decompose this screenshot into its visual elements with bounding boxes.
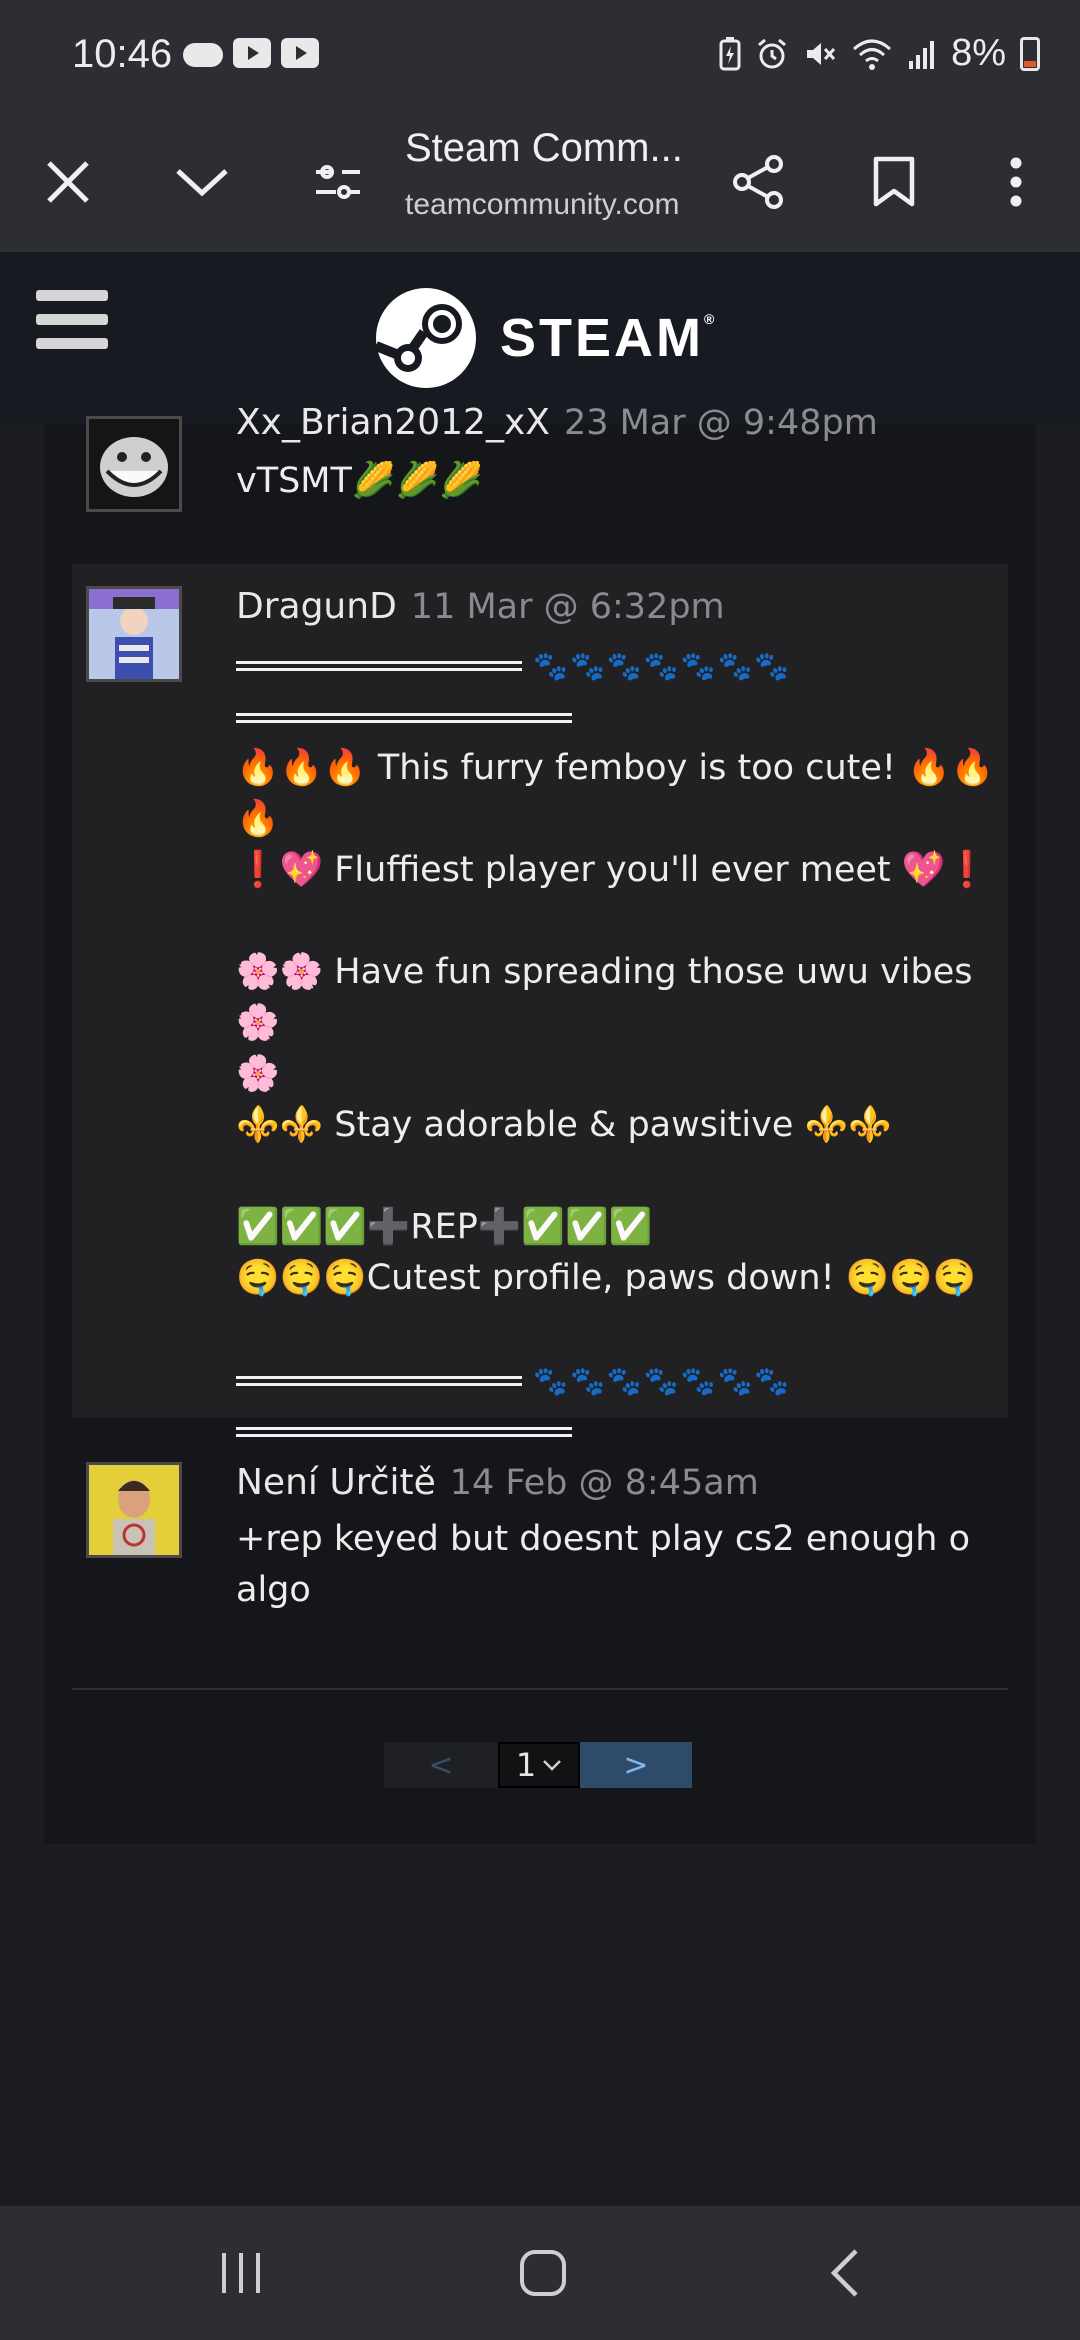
signal-icon — [909, 40, 935, 69]
recents-icon — [222, 2253, 260, 2293]
more-vert-icon — [1010, 157, 1022, 207]
comment-header: Není Určitě 14 Feb @ 8:45am — [236, 1462, 759, 1503]
avatar[interactable] — [86, 416, 182, 512]
steam-logo-text: STEAM — [500, 308, 704, 368]
battery-saver-icon — [719, 36, 741, 70]
close-tab-button[interactable] — [28, 142, 108, 222]
steam-logo[interactable]: STEAM® — [376, 288, 717, 388]
page-url[interactable]: teamcommunity.com — [405, 188, 680, 222]
minimize-tab-button[interactable] — [162, 142, 242, 222]
comment-line: ⚜️⚜️ Stay adorable & pawsitive ⚜️⚜️ — [236, 1104, 892, 1145]
comment-text: vTSMT🌽🌽🌽 — [236, 461, 483, 501]
avatar[interactable] — [86, 1462, 182, 1558]
anime-avatar — [89, 589, 179, 679]
double-rule — [236, 1427, 572, 1437]
page-title[interactable]: Steam Comm... — [405, 126, 683, 171]
back-button[interactable] — [800, 2242, 890, 2304]
comment-body: 🐾🐾🐾🐾🐾🐾🐾 🔥🔥🔥 This furry femboy is too cut… — [236, 640, 1006, 1457]
comment-time: 11 Mar @ 6:32pm — [410, 587, 725, 627]
page-select[interactable]: 1 — [498, 1742, 580, 1788]
comment-text: +rep keyed but doesnt play cs2 enough o … — [236, 1519, 970, 1610]
comment-line: ❗💖 Fluffiest player you'll ever meet 💖❗ — [236, 849, 989, 890]
close-icon — [47, 161, 89, 203]
tune-icon — [316, 165, 360, 199]
comment-item: Není Určitě 14 Feb @ 8:45am +rep keyed bu… — [72, 1440, 1008, 1640]
person-avatar — [89, 1465, 179, 1555]
double-rule — [236, 1375, 522, 1386]
battery-icon — [1020, 36, 1040, 71]
system-icons: 8% — [719, 32, 1040, 75]
comment-line: 🌸🌸 Have fun spreading those uwu vibes 🌸 — [236, 951, 973, 1043]
recents-button[interactable] — [196, 2242, 286, 2304]
chevron-down-icon — [176, 169, 228, 197]
status-bar: 10:46 8% — [0, 0, 1080, 112]
youtube-icon — [233, 38, 271, 68]
status-time: 10:46 — [72, 32, 173, 76]
comment-author[interactable]: Není Určitě — [236, 1462, 436, 1503]
pagination: < 1 > — [384, 1742, 692, 1788]
divider — [72, 1688, 1008, 1690]
paws-row: 🐾🐾🐾🐾🐾🐾🐾 — [533, 649, 792, 683]
comment-time: 23 Mar @ 9:48pm — [563, 403, 878, 443]
comment-line: 🤤🤤🤤Cutest profile, paws down! 🤤🤤🤤 — [236, 1257, 977, 1298]
next-page-button[interactable]: > — [580, 1742, 692, 1788]
browser-toolbar: Steam Comm... teamcommunity.com — [0, 112, 1080, 252]
share-button[interactable] — [718, 142, 798, 222]
comment-line: 🔥🔥🔥 This furry femboy is too cute! 🔥🔥 — [236, 747, 995, 788]
comment-line: ✅✅✅➕REP➕✅✅✅ — [236, 1206, 653, 1247]
trollface-avatar — [89, 419, 179, 509]
double-rule — [236, 661, 522, 671]
site-settings-button[interactable] — [298, 142, 378, 222]
home-icon — [520, 2250, 566, 2296]
prev-page-button[interactable]: < — [384, 1742, 498, 1788]
page-number: 1 — [515, 1746, 537, 1784]
battery-percent: 8% — [951, 32, 1006, 74]
avatar[interactable] — [86, 586, 182, 682]
share-icon — [733, 155, 783, 209]
system-nav-bar — [0, 2206, 1080, 2340]
double-rule — [236, 712, 572, 723]
comment-author[interactable]: Xx_Brian2012_xX — [236, 402, 550, 443]
bookmark-button[interactable] — [854, 142, 934, 222]
more-options-button[interactable] — [976, 142, 1056, 222]
comment-item: Xx_Brian2012_xX 23 Mar @ 9:48pm vTSMT🌽🌽🌽 — [72, 400, 1008, 550]
notification-icons — [183, 38, 319, 68]
steam-logo-icon — [376, 288, 476, 388]
wifi-icon — [853, 39, 892, 70]
comment-line: 🌸 — [236, 1053, 280, 1094]
chevron-down-icon — [543, 1760, 562, 1771]
steam-header: STEAM® — [0, 252, 1080, 424]
youtube-icon — [281, 38, 319, 68]
divider-line — [236, 692, 1006, 743]
mute-icon — [807, 42, 836, 65]
comment-item-highlighted: DragunD 11 Mar @ 6:32pm 🐾🐾🐾🐾🐾🐾🐾 🔥🔥🔥 This … — [72, 564, 1008, 1437]
comment-time: 14 Feb @ 8:45am — [449, 1463, 759, 1503]
divider-line: 🐾🐾🐾🐾🐾🐾🐾 — [236, 1355, 1006, 1407]
bookmark-icon — [873, 156, 915, 207]
cloud-icon — [183, 42, 223, 67]
alarm-icon — [758, 38, 787, 68]
comment-line: 🔥 — [236, 798, 280, 839]
comment-header: Xx_Brian2012_xX 23 Mar @ 9:48pm — [236, 402, 878, 443]
comment-header: DragunD 11 Mar @ 6:32pm — [236, 586, 725, 627]
menu-icon[interactable] — [36, 290, 108, 354]
back-icon — [830, 2249, 858, 2297]
divider-line: 🐾🐾🐾🐾🐾🐾🐾 — [236, 640, 1006, 692]
home-button[interactable] — [498, 2242, 588, 2304]
steam-wordmark: STEAM® — [500, 308, 718, 368]
paws-row: 🐾🐾🐾🐾🐾🐾🐾 — [533, 1364, 792, 1397]
comment-author[interactable]: DragunD — [236, 586, 397, 627]
